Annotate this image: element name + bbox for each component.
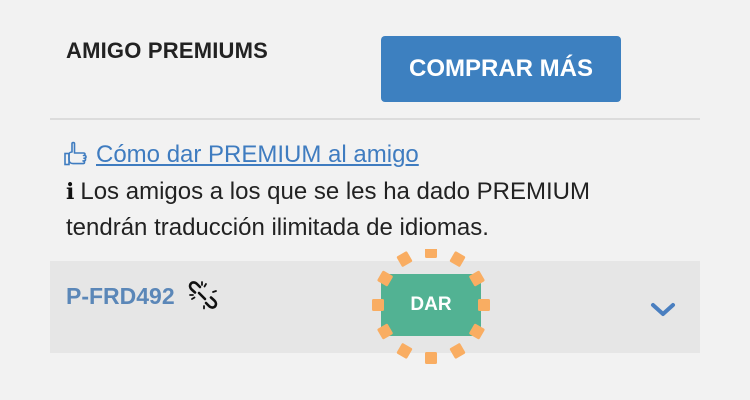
section-title: AMIGO PREMIUMS — [66, 38, 269, 63]
unlink-icon[interactable] — [188, 280, 218, 310]
divider — [50, 118, 700, 120]
highlight-dot — [425, 352, 437, 364]
give-premium-button[interactable]: DAR — [381, 274, 481, 336]
highlight-dot — [425, 249, 437, 258]
chevron-down-icon[interactable] — [650, 301, 676, 319]
give-button-wrapper: DAR — [371, 249, 491, 369]
howto-row: Cómo dar PREMIUM al amigo — [64, 140, 419, 170]
premium-friends-panel: AMIGO PREMIUMS COMPRAR MÁS Cómo dar PREM… — [0, 0, 750, 400]
highlight-dot — [396, 343, 413, 359]
highlight-dot — [396, 251, 413, 267]
highlight-dot — [449, 343, 466, 359]
friend-row: P-FRD492 DAR — [50, 249, 700, 364]
friend-id: P-FRD492 — [66, 283, 175, 309]
pointing-hand-icon — [64, 141, 87, 166]
info-text: Los amigos a los que se les ha dado PREM… — [66, 178, 590, 241]
info-icon: i — [66, 179, 75, 205]
buy-more-button[interactable]: COMPRAR MÁS — [381, 36, 621, 102]
howto-link[interactable]: Cómo dar PREMIUM al amigo — [96, 141, 419, 169]
highlight-dot — [449, 251, 466, 267]
info-message: i Los amigos a los que se les ha dado PRE… — [66, 174, 626, 246]
